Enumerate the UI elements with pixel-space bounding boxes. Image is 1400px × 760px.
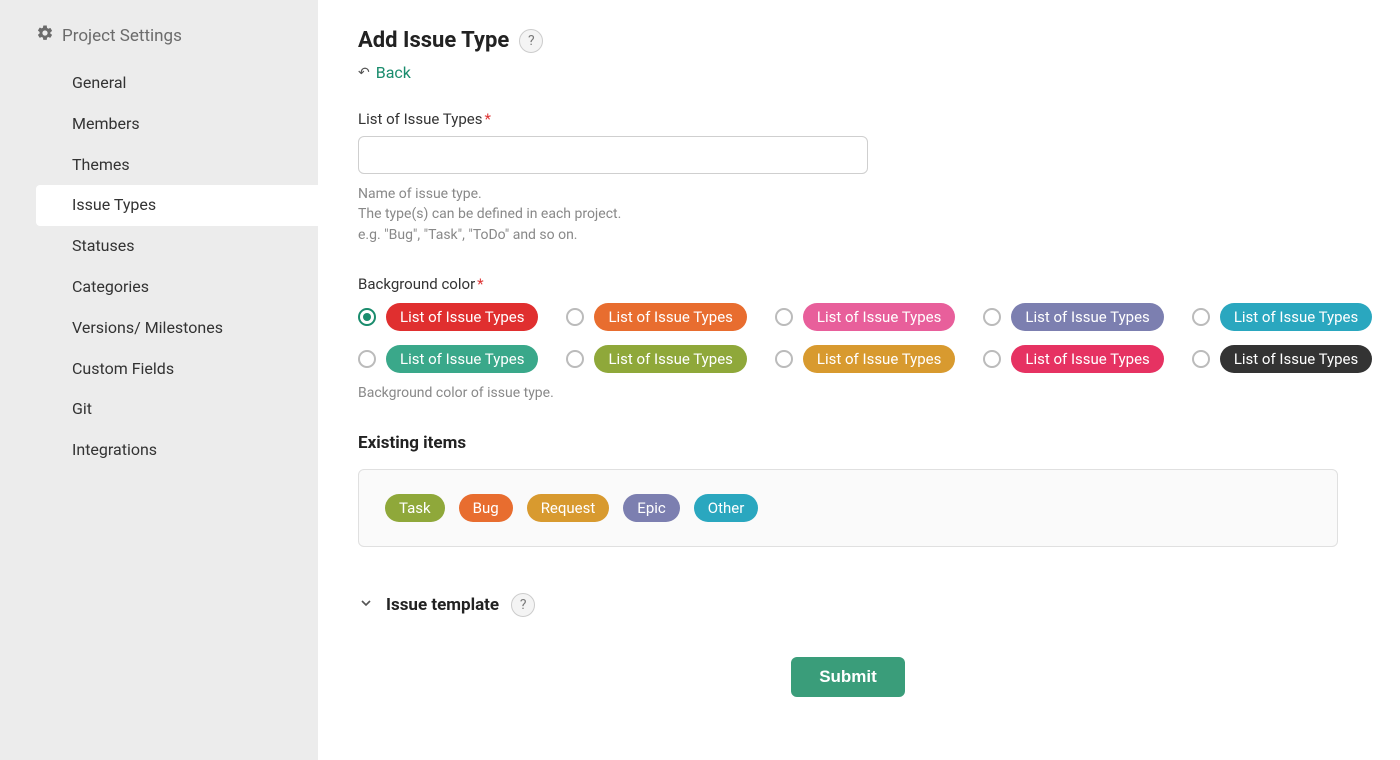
color-swatch-pill: List of Issue Types <box>1220 303 1372 331</box>
color-swatch-pill: List of Issue Types <box>803 303 955 331</box>
color-swatch-pill: List of Issue Types <box>594 345 746 373</box>
radio-icon <box>358 350 376 368</box>
sidebar-item-custom-fields[interactable]: Custom Fields <box>0 349 318 390</box>
field-help: Background color of issue type. <box>358 383 1338 403</box>
required-asterisk-icon: * <box>477 275 483 293</box>
color-option-2[interactable]: List of Issue Types <box>775 303 955 331</box>
radio-icon <box>1192 308 1210 326</box>
sidebar-label: Themes <box>72 155 130 174</box>
color-option-7[interactable]: List of Issue Types <box>775 345 955 373</box>
sidebar-item-categories[interactable]: Categories <box>0 267 318 308</box>
radio-icon <box>566 350 584 368</box>
sidebar-label: Members <box>72 114 140 133</box>
gear-icon <box>36 24 54 47</box>
sidebar-items: General Members Themes Issue Types Statu… <box>0 63 318 471</box>
issue-template-title: Issue template <box>386 595 499 615</box>
existing-item-pill: Other <box>694 494 759 522</box>
sidebar-label: Issue Types <box>72 195 156 214</box>
field-label: Background color* <box>358 275 1338 293</box>
color-swatch-pill: List of Issue Types <box>386 345 538 373</box>
submit-button[interactable]: Submit <box>791 657 905 697</box>
color-option-8[interactable]: List of Issue Types <box>983 345 1163 373</box>
sidebar-label: Custom Fields <box>72 359 174 378</box>
issue-type-name-input[interactable] <box>358 136 868 174</box>
question-icon[interactable]: ? <box>519 29 543 53</box>
color-swatch-pill: List of Issue Types <box>1220 345 1372 373</box>
color-option-5[interactable]: List of Issue Types <box>358 345 538 373</box>
color-grid: List of Issue Types List of Issue Types Li… <box>358 303 1338 373</box>
sidebar-title: Project Settings <box>0 24 318 63</box>
label-text: List of Issue Types <box>358 110 482 128</box>
sidebar-item-integrations[interactable]: Integrations <box>0 430 318 471</box>
sidebar-item-general[interactable]: General <box>0 63 318 104</box>
color-option-9[interactable]: List of Issue Types <box>1192 345 1372 373</box>
color-swatch-pill: List of Issue Types <box>803 345 955 373</box>
sidebar-item-themes[interactable]: Themes <box>0 145 318 186</box>
color-option-0[interactable]: List of Issue Types <box>358 303 538 331</box>
color-swatch-pill: List of Issue Types <box>386 303 538 331</box>
undo-icon: ↶ <box>358 65 370 81</box>
sidebar-item-git[interactable]: Git <box>0 389 318 430</box>
existing-item-pill: Bug <box>459 494 513 522</box>
sidebar-item-statuses[interactable]: Statuses <box>0 226 318 267</box>
sidebar-item-versions-milestones[interactable]: Versions/ Milestones <box>0 308 318 349</box>
existing-item-pill: Request <box>527 494 610 522</box>
radio-icon <box>1192 350 1210 368</box>
page-title: Add Issue Type <box>358 28 509 53</box>
field-label: List of Issue Types* <box>358 110 1338 128</box>
field-list-of-issue-types: List of Issue Types* Name of issue type.… <box>358 110 1338 245</box>
color-option-4[interactable]: List of Issue Types <box>1192 303 1372 331</box>
help-line: e.g. "Bug", "Task", "ToDo" and so on. <box>358 225 1338 245</box>
color-swatch-pill: List of Issue Types <box>1011 345 1163 373</box>
back-label: Back <box>376 63 411 82</box>
sidebar-label: Statuses <box>72 236 135 255</box>
color-swatch-pill: List of Issue Types <box>1011 303 1163 331</box>
sidebar-label: General <box>72 73 126 92</box>
existing-items-section: Existing items Task Bug Request Epic Other <box>358 433 1338 547</box>
sidebar-item-members[interactable]: Members <box>0 104 318 145</box>
radio-icon <box>358 308 376 326</box>
color-option-3[interactable]: List of Issue Types <box>983 303 1163 331</box>
chevron-down-icon <box>358 595 374 615</box>
existing-items-box: Task Bug Request Epic Other <box>358 469 1338 547</box>
sidebar-title-text: Project Settings <box>62 26 182 46</box>
existing-item-pill: Task <box>385 494 445 522</box>
radio-icon <box>775 308 793 326</box>
help-line: The type(s) can be defined in each proje… <box>358 204 1338 224</box>
main-content: Add Issue Type ? ↶ Back List of Issue Ty… <box>318 0 1378 760</box>
label-text: Background color <box>358 275 475 293</box>
color-option-1[interactable]: List of Issue Types <box>566 303 746 331</box>
question-icon[interactable]: ? <box>511 593 535 617</box>
section-title: Existing items <box>358 433 1338 453</box>
color-option-6[interactable]: List of Issue Types <box>566 345 746 373</box>
sidebar-label: Git <box>72 399 92 418</box>
sidebar: Project Settings General Members Themes … <box>0 0 318 760</box>
field-background-color: Background color* List of Issue TypesLis… <box>358 275 1338 403</box>
radio-icon <box>983 308 1001 326</box>
back-link[interactable]: ↶ Back <box>358 63 1338 82</box>
sidebar-label: Integrations <box>72 440 157 459</box>
color-swatch-pill: List of Issue Types <box>594 303 746 331</box>
radio-icon <box>983 350 1001 368</box>
radio-icon <box>566 308 584 326</box>
radio-icon <box>775 350 793 368</box>
issue-template-toggle[interactable]: Issue template ? <box>358 593 1338 617</box>
sidebar-label: Versions/ Milestones <box>72 318 223 337</box>
sidebar-item-issue-types[interactable]: Issue Types <box>36 185 318 226</box>
help-line: Name of issue type. <box>358 184 1338 204</box>
sidebar-label: Categories <box>72 277 149 296</box>
existing-item-pill: Epic <box>623 494 679 522</box>
required-asterisk-icon: * <box>484 110 490 128</box>
field-help: Name of issue type. The type(s) can be d… <box>358 184 1338 245</box>
